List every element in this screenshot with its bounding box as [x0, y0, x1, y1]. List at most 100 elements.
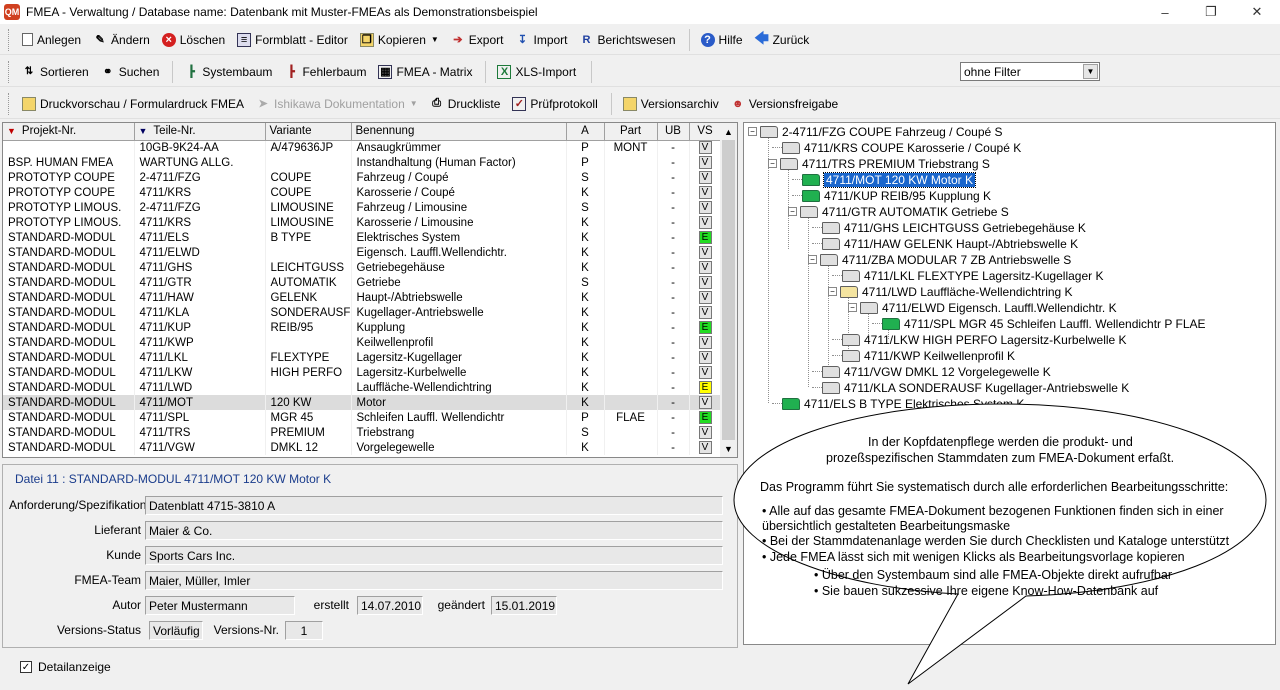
table-row[interactable]: PROTOTYP COUPE 4711/KRS COUPE Karosserie / …: [3, 185, 722, 200]
folder-icon: [842, 349, 860, 362]
filter-select[interactable]: ohne Filter ▼: [960, 62, 1100, 81]
col-benennung[interactable]: Benennung: [351, 123, 567, 141]
tree-node[interactable]: − 4711/GTR AUTOMATIK Getriebe S: [788, 204, 1009, 219]
checkbox-checked-icon[interactable]: ✓: [20, 661, 32, 673]
table-row[interactable]: STANDARD-MODUL 4711/KWP Keilwellenprofil K -…: [3, 335, 722, 350]
table-row[interactable]: 10GB-9K24-AA A/479636JP Ansaugkrümmer P MONT…: [3, 140, 722, 155]
tree-node[interactable]: 4711/VGW DMKL 12 Vorgelegewelle K: [812, 364, 1051, 379]
table-row[interactable]: STANDARD-MODUL 4711/MOT 120 KW Motor K - V: [3, 395, 722, 410]
table-row[interactable]: STANDARD-MODUL 4711/LWD Lauffläche-Wellend…: [3, 380, 722, 395]
tree-node[interactable]: − 4711/TRS PREMIUM Triebstrang S: [768, 156, 990, 171]
collapse-toggle-icon[interactable]: −: [748, 127, 757, 136]
tree-node[interactable]: 4711/KLA SONDERAUSF Kugellager-Antriebsw…: [812, 380, 1129, 395]
collapse-toggle-icon[interactable]: −: [848, 303, 857, 312]
xls-import-button[interactable]: X XLS-Import: [492, 60, 581, 84]
tree-node-label: 4711/ELWD Eigensch. Lauffl.Wellendichtr.…: [882, 300, 1117, 315]
table-row[interactable]: STANDARD-MODUL 4711/KLA SONDERAUSF Kugellag…: [3, 305, 722, 320]
versionsarchiv-button[interactable]: Versionsarchiv: [618, 92, 724, 116]
import-button[interactable]: ↧ Import: [510, 28, 572, 52]
export-button[interactable]: ➔ Export: [446, 28, 509, 52]
suchen-button[interactable]: ⚭ Suchen: [96, 60, 165, 84]
tree-node[interactable]: 4711/KWP Keilwellenprofil K: [832, 348, 1015, 363]
tree-node[interactable]: 4711/MOT 120 KW Motor K: [792, 171, 976, 188]
druckvorschau-button[interactable]: Druckvorschau / Formulardruck FMEA: [17, 92, 249, 116]
table-row[interactable]: STANDARD-MODUL 4711/ELWD Eigensch. Lauffl.…: [3, 245, 722, 260]
col-projekt-nr[interactable]: ▼ Projekt-Nr.: [3, 123, 135, 141]
pruefprotokoll-button[interactable]: ✓ Prüfprotokoll: [507, 92, 602, 116]
kunde-field[interactable]: Sports Cars Inc.: [145, 546, 723, 565]
table-row[interactable]: STANDARD-MODUL 4711/ELS B TYPE Elektrisches…: [3, 230, 722, 245]
tree-node[interactable]: − 4711/ZBA MODULAR 7 ZB Antriebswelle S: [808, 252, 1071, 267]
tree-node[interactable]: 4711/KUP REIB/95 Kupplung K: [792, 188, 991, 203]
versions-status-field[interactable]: Vorläufig: [149, 621, 203, 640]
table-row[interactable]: STANDARD-MODUL 4711/LKW HIGH PERFO Lagersit…: [3, 365, 722, 380]
table-cell: 4711/SPL: [134, 410, 266, 425]
table-row[interactable]: STANDARD-MODUL 4711/VGW DMKL 12 Vorgelegewe…: [3, 440, 722, 455]
col-vs[interactable]: VS: [689, 123, 722, 141]
table-cell: Lagersitz-Kugellager: [351, 350, 567, 365]
anlegen-button[interactable]: Anlegen: [17, 28, 86, 52]
chevron-down-icon[interactable]: ▼: [1083, 64, 1098, 79]
col-a[interactable]: A: [566, 123, 605, 141]
zurueck-button[interactable]: 🡄 Zurück: [750, 28, 815, 52]
table-row[interactable]: STANDARD-MODUL 4711/TRS PREMIUM Triebstrang…: [3, 425, 722, 440]
tree-node[interactable]: 4711/LKL FLEXTYPE Lagersitz-Kugellager K: [832, 268, 1103, 283]
table-cell: K: [566, 215, 605, 230]
close-button[interactable]: ✕: [1234, 0, 1280, 24]
table-row[interactable]: STANDARD-MODUL 4711/LKL FLEXTYPE Lagersitz-…: [3, 350, 722, 365]
hilfe-button[interactable]: ? Hilfe: [696, 28, 748, 52]
tree-node[interactable]: 4711/LKW HIGH PERFO Lagersitz-Kurbelwell…: [832, 332, 1127, 347]
geaendert-field[interactable]: 15.01.2019: [491, 596, 557, 615]
loeschen-button[interactable]: × Löschen: [157, 28, 230, 52]
formblatt-editor-button[interactable]: ≡ Formblatt - Editor: [232, 28, 353, 52]
table-row[interactable]: STANDARD-MODUL 4711/HAW GELENK Haupt-/Abtri…: [3, 290, 722, 305]
bubble-line-7: • Jede FMEA lässt sich mit wenigen Klick…: [762, 550, 1185, 564]
versions-nr-field[interactable]: 1: [285, 621, 323, 640]
col-ub[interactable]: UB: [657, 123, 690, 141]
tree-node[interactable]: 4711/SPL MGR 45 Schleifen Lauffl. Wellen…: [872, 316, 1206, 331]
berichtswesen-button[interactable]: R Berichtswesen: [575, 28, 681, 52]
druckliste-button[interactable]: ⎙ Druckliste: [425, 92, 506, 116]
scroll-thumb[interactable]: [722, 140, 735, 440]
folder-icon: [822, 365, 840, 378]
fmea-team-field[interactable]: Maier, Müller, Imler: [145, 571, 723, 590]
sortieren-button[interactable]: ⇅ Sortieren: [17, 60, 94, 84]
col-teile-nr[interactable]: ▼ Teile-Nr.: [134, 123, 266, 141]
minimize-button[interactable]: –: [1142, 0, 1188, 24]
col-part[interactable]: Part: [604, 123, 658, 141]
lieferant-field[interactable]: Maier & Co.: [145, 521, 723, 540]
collapse-toggle-icon[interactable]: −: [808, 255, 817, 264]
collapse-toggle-icon[interactable]: −: [788, 207, 797, 216]
table-row[interactable]: BSP. HUMAN FMEA WARTUNG ALLG. Instandhaltu…: [3, 155, 722, 170]
table-row[interactable]: STANDARD-MODUL 4711/GHS LEICHTGUSS Getriebe…: [3, 260, 722, 275]
scroll-up-icon[interactable]: ▲: [720, 123, 737, 140]
fehlerbaum-button[interactable]: ┣ Fehlerbaum: [279, 60, 371, 84]
table-row[interactable]: STANDARD-MODUL 4711/KUP REIB/95 Kupplung K - E: [3, 320, 722, 335]
table-row[interactable]: STANDARD-MODUL 4711/SPL MGR 45 Schleifen La…: [3, 410, 722, 425]
aendern-button[interactable]: ✎ Ändern: [88, 28, 155, 52]
maximize-button[interactable]: ❐: [1188, 0, 1234, 24]
table-row[interactable]: STANDARD-MODUL 4711/GTR AUTOMATIK Getriebe S…: [3, 275, 722, 290]
erstellt-field[interactable]: 14.07.2010: [357, 596, 423, 615]
kopieren-button[interactable]: ❐ Kopieren ▼: [355, 28, 444, 52]
table-row[interactable]: PROTOTYP COUPE 2-4711/FZG COUPE Fahrzeug / …: [3, 170, 722, 185]
collapse-toggle-icon[interactable]: −: [768, 159, 777, 168]
tree-node[interactable]: − 4711/LWD Lauffläche-Wellendichtring K: [828, 284, 1073, 299]
tree-node[interactable]: 4711/GHS LEICHTGUSS Getriebegehäuse K: [812, 220, 1086, 235]
versionsfreigabe-button[interactable]: ☻ Versionsfreigabe: [726, 92, 843, 116]
table-cell: E: [689, 410, 722, 425]
tree-node[interactable]: − 2-4711/FZG COUPE Fahrzeug / Coupé S: [748, 124, 1003, 139]
anforderung-field[interactable]: Datenblatt 4715-3810 A: [145, 496, 723, 515]
col-variante[interactable]: Variante: [265, 123, 352, 141]
table-row[interactable]: PROTOTYP LIMOUS. 2-4711/FZG LIMOUSINE Fahrz…: [3, 200, 722, 215]
autor-field[interactable]: Peter Mustermann: [145, 596, 295, 615]
collapse-toggle-icon[interactable]: −: [828, 287, 837, 296]
table-row[interactable]: PROTOTYP LIMOUS. 4711/KRS LIMOUSINE Karosse…: [3, 215, 722, 230]
ishikawa-button[interactable]: ➤ Ishikawa Dokumentation ▼: [251, 92, 423, 116]
tree-node[interactable]: − 4711/ELWD Eigensch. Lauffl.Wellendichtr…: [848, 300, 1117, 315]
tree-node[interactable]: 4711/HAW GELENK Haupt-/Abtriebswelle K: [812, 236, 1078, 251]
detailanzeige-checkbox[interactable]: ✓ Detailanzeige: [20, 660, 111, 674]
fmea-matrix-button[interactable]: ▦ FMEA - Matrix: [373, 60, 477, 84]
systembaum-button[interactable]: ┣ Systembaum: [179, 60, 277, 84]
tree-node[interactable]: 4711/KRS COUPE Karosserie / Coupé K: [772, 140, 1021, 155]
